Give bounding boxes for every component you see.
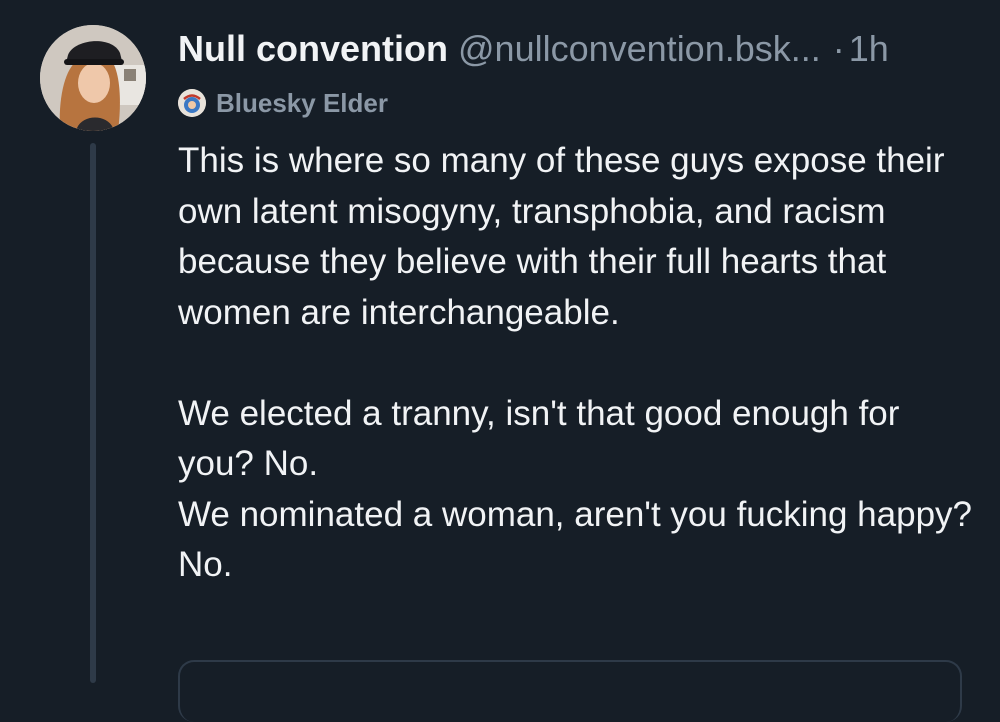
post-paragraph: This is where so many of these guys expo… — [178, 141, 945, 332]
post-text: This is where so many of these guys expo… — [178, 136, 978, 591]
author-display-name[interactable]: Null convention — [178, 28, 448, 69]
badge-label: Bluesky Elder — [216, 87, 388, 118]
post[interactable]: Null convention @nullconvention.bsk... ·… — [0, 0, 1000, 722]
embedded-quote-card[interactable] — [178, 660, 962, 722]
post-timestamp[interactable]: 1h — [849, 28, 889, 69]
thread-line — [90, 143, 96, 683]
separator-dot: · — [832, 28, 845, 69]
post-paragraph: We nominated a woman, aren't you fucking… — [178, 494, 973, 585]
post-header: Null convention @nullconvention.bsk... ·… — [178, 24, 889, 74]
author-badge[interactable]: Bluesky Elder — [178, 86, 388, 120]
author-avatar[interactable] — [40, 25, 146, 131]
author-handle[interactable]: @nullconvention.bsk... — [458, 28, 821, 69]
bluesky-elder-badge-icon — [178, 89, 206, 117]
post-paragraph: We elected a tranny, isn't that good eno… — [178, 393, 900, 484]
